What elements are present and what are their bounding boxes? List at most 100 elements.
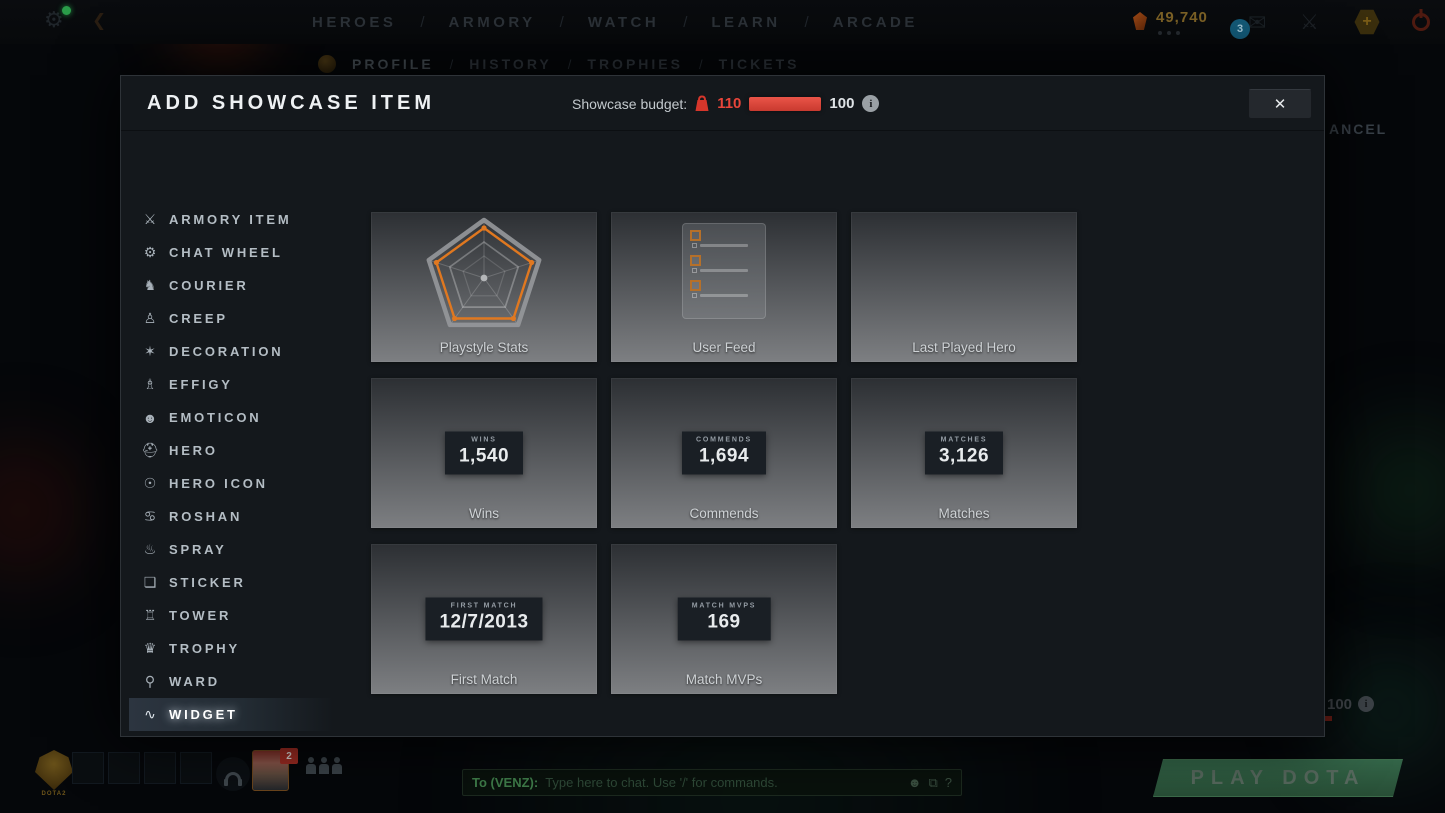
- sidebar-item-tower[interactable]: ♖TOWER: [129, 599, 334, 632]
- chat-wheel-icon: ⚙: [137, 244, 163, 261]
- widget-card-label: Matches: [851, 506, 1077, 521]
- sidebar-item-sticker[interactable]: ❏ STICKER: [129, 566, 334, 599]
- nav-item-learn[interactable]: LEARN: [711, 14, 780, 31]
- nav-separator: /: [420, 14, 424, 31]
- nav-item-armory[interactable]: ARMORY: [449, 14, 536, 31]
- settings-gear-icon[interactable]: ⚙: [44, 7, 64, 33]
- emoticon-icon[interactable]: ☻: [908, 775, 922, 790]
- stat-badge: FIRST MATCH 12/7/2013: [425, 598, 542, 641]
- dota-plus-icon[interactable]: +: [1354, 9, 1380, 35]
- info-icon[interactable]: i: [862, 95, 879, 112]
- sidebar-item-label: CREEP: [169, 311, 228, 326]
- sidebar-item-hero[interactable]: ⛑HERO: [129, 434, 334, 467]
- sidebar-item-label: EMOTICON: [169, 410, 261, 425]
- effigy-icon: ♗: [137, 376, 163, 393]
- sidebar-item-courier[interactable]: ♞ COURIER: [129, 269, 334, 302]
- friends-icon: [306, 764, 316, 774]
- currency-amount: 49,740: [1156, 9, 1208, 26]
- sidebar-item-armory-item[interactable]: ⚔ARMORY ITEM: [129, 203, 334, 236]
- stat-label: COMMENDS: [696, 437, 752, 444]
- crest-icon: [35, 750, 73, 790]
- sidebar-item-label: HERO ICON: [169, 476, 268, 491]
- profile-tabs-container: PROFILE/HISTORY/TROPHIES/TICKETS: [352, 56, 799, 72]
- stat-value: 3,126: [939, 446, 989, 468]
- friends-button[interactable]: [306, 764, 342, 774]
- widget-card-matches[interactable]: MATCHES 3,126Matches: [851, 378, 1077, 528]
- feed-avatar-placeholder: [690, 230, 701, 241]
- chat-input[interactable]: [545, 775, 901, 790]
- sidebar-item-hero-icon[interactable]: ☉HERO ICON: [129, 467, 334, 500]
- courier-icon: ♞: [137, 277, 163, 294]
- empty-slot: [72, 752, 104, 784]
- sidebar-item-label: STICKER: [169, 575, 246, 590]
- nav-item-heroes[interactable]: HEROES: [312, 14, 396, 31]
- sidebar-item-roshan[interactable]: ♋ROSHAN: [129, 500, 334, 533]
- background-art-left: [0, 380, 100, 640]
- empty-slot: [108, 752, 140, 784]
- widget-card-label: Playstyle Stats: [371, 340, 597, 355]
- sidebar-item-label: COURIER: [169, 278, 249, 293]
- armory-icon[interactable]: ⚔: [1300, 10, 1319, 35]
- chat-help-icon[interactable]: ?: [945, 775, 952, 790]
- dota-level-crest: DOTA2: [32, 750, 76, 802]
- cancel-button-partial[interactable]: ANCEL: [1329, 121, 1387, 137]
- voice-headset-button[interactable]: [216, 757, 250, 791]
- profile-tab-bar: PROFILE/HISTORY/TROPHIES/TICKETS: [318, 50, 799, 78]
- widget-card-label: User Feed: [611, 340, 837, 355]
- online-status-dot: [62, 6, 71, 15]
- sidebar-item-widget[interactable]: ∿WIDGET: [129, 698, 334, 731]
- budget-label: Showcase budget:: [572, 96, 687, 112]
- sidebar-item-decoration[interactable]: ✶ DECORATION: [129, 335, 334, 368]
- tab-separator: /: [568, 57, 572, 72]
- mail-badge: 3: [1230, 19, 1250, 39]
- tab-history[interactable]: HISTORY: [469, 56, 551, 72]
- mail-icon[interactable]: ✉: [1248, 10, 1266, 36]
- widget-card-playstyle-stats[interactable]: Playstyle Stats: [371, 212, 597, 362]
- play-dota-button[interactable]: PLAY DOTA: [1153, 759, 1403, 797]
- widget-card-user-feed[interactable]: User Feed: [611, 212, 837, 362]
- tab-trophies[interactable]: TROPHIES: [587, 56, 683, 72]
- nav-separator: /: [560, 14, 564, 31]
- emoticon-icon: ☻: [137, 410, 163, 426]
- back-icon[interactable]: ❮: [92, 11, 106, 31]
- nav-separator: /: [683, 14, 687, 31]
- friends-icon: [319, 764, 329, 774]
- sticker-icon: ❏: [137, 574, 163, 591]
- power-icon[interactable]: [1412, 13, 1430, 31]
- widget-card-match-mvps[interactable]: MATCH MVPS 169Match MVPs: [611, 544, 837, 694]
- widget-card-first-match[interactable]: FIRST MATCH 12/7/2013First Match: [371, 544, 597, 694]
- nav-item-arcade[interactable]: ARCADE: [833, 14, 918, 31]
- widget-card-label: Match MVPs: [611, 672, 837, 687]
- sidebar-item-spray[interactable]: ♨SPRAY: [129, 533, 334, 566]
- widget-card-last-played-hero[interactable]: Last Played Hero: [851, 212, 1077, 362]
- close-button[interactable]: ✕: [1248, 89, 1312, 119]
- shard-currency-icon: [1133, 12, 1147, 30]
- stat-value: 169: [692, 612, 757, 634]
- avatar-notification-badge: 2: [280, 748, 298, 764]
- decoration-icon: ✶: [137, 343, 163, 360]
- tab-tickets[interactable]: TICKETS: [719, 56, 800, 72]
- screenshot-icon[interactable]: ⧉: [928, 775, 937, 791]
- widget-card-commends[interactable]: COMMENDS 1,694Commends: [611, 378, 837, 528]
- sidebar-item-chat-wheel[interactable]: ⚙CHAT WHEEL: [129, 236, 334, 269]
- widget-card-wins[interactable]: WINS 1,540Wins: [371, 378, 597, 528]
- nav-item-watch[interactable]: WATCH: [588, 14, 659, 31]
- sidebar-item-emoticon[interactable]: ☻ EMOTICON: [129, 401, 334, 434]
- sidebar-item-trophy[interactable]: ♛TROPHY: [129, 632, 334, 665]
- widget-icon: ∿: [137, 706, 163, 723]
- empty-slot: [180, 752, 212, 784]
- background-info-icon: i: [1358, 696, 1374, 712]
- tab-profile[interactable]: PROFILE: [352, 56, 434, 72]
- background-art-right: [1330, 360, 1445, 620]
- sidebar-item-label: WARD: [169, 674, 220, 689]
- sidebar-item-label: DECORATION: [169, 344, 283, 359]
- currency-dots: [1158, 31, 1180, 35]
- profile-emblem-icon: [318, 55, 336, 73]
- stat-value: 1,540: [459, 446, 509, 468]
- sidebar-item-ward[interactable]: ⚲WARD: [129, 665, 334, 698]
- sidebar-item-label: EFFIGY: [169, 377, 233, 392]
- sidebar-item-creep[interactable]: ♙CREEP: [129, 302, 334, 335]
- add-showcase-item-modal: ADD SHOWCASE ITEM Showcase budget: 110 1…: [120, 75, 1325, 737]
- sidebar-item-effigy[interactable]: ♗ EFFIGY: [129, 368, 334, 401]
- empty-slot: [144, 752, 176, 784]
